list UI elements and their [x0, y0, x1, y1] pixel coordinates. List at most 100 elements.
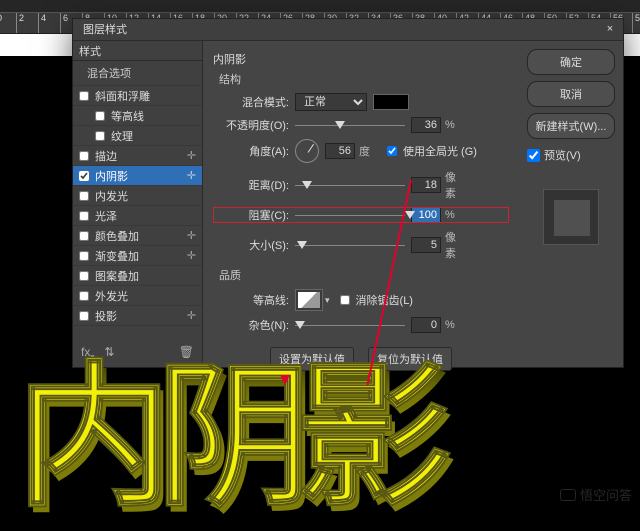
sidebar-item-9[interactable]: 图案叠加: [73, 266, 202, 286]
ruler-tick: 58: [632, 13, 640, 34]
style-checkbox[interactable]: [79, 291, 89, 301]
sidebar-styles-header[interactable]: 样式: [73, 41, 202, 61]
choke-slider[interactable]: [295, 209, 405, 221]
sidebar-item-2[interactable]: 纹理: [73, 126, 202, 146]
angle-value[interactable]: 56: [325, 143, 355, 159]
sidebar-blend-options[interactable]: 混合选项: [73, 61, 202, 86]
row-contour: 等高线: ▾ 消除锯齿(L): [213, 289, 509, 311]
sidebar-item-label: 光泽: [95, 208, 117, 224]
sidebar-item-label: 描边: [95, 148, 117, 164]
row-opacity: 不透明度(O): 36 %: [213, 117, 509, 133]
sidebar-item-label: 颜色叠加: [95, 228, 139, 244]
row-choke: 阻塞(C): 100 %: [213, 207, 509, 223]
watermark: 悟空问答: [560, 485, 632, 504]
sidebar-item-label: 投影: [95, 308, 117, 324]
plus-icon[interactable]: ✛: [187, 149, 196, 162]
contour-picker[interactable]: [295, 289, 323, 311]
angle-label: 角度(A):: [225, 143, 289, 159]
opacity-value[interactable]: 36: [411, 117, 441, 133]
style-checkbox[interactable]: [79, 271, 89, 281]
watermark-icon: [560, 489, 576, 501]
distance-value[interactable]: 18: [411, 177, 441, 193]
sidebar-item-1[interactable]: 等高线: [73, 106, 202, 126]
size-slider[interactable]: [295, 239, 405, 251]
noise-slider[interactable]: [295, 319, 405, 331]
blend-mode-select[interactable]: 正常: [295, 93, 367, 111]
shadow-color-swatch[interactable]: [373, 94, 409, 110]
new-style-button[interactable]: 新建样式(W)...: [527, 113, 615, 139]
style-checkbox[interactable]: [79, 251, 89, 261]
sidebar-item-7[interactable]: 颜色叠加 ✛: [73, 226, 202, 246]
sidebar-item-11[interactable]: 投影 ✛: [73, 306, 202, 326]
style-checkbox[interactable]: [79, 211, 89, 221]
choke-label: 阻塞(C):: [225, 207, 289, 223]
dialog-titlebar[interactable]: 图层样式 ×: [73, 19, 623, 41]
sidebar-item-5[interactable]: 内发光: [73, 186, 202, 206]
settings-panel: 内阴影 结构 混合模式: 正常 不透明度(O): 36 % 角度(A): 56 …: [203, 41, 519, 367]
row-blend-mode: 混合模式: 正常: [213, 93, 509, 111]
opacity-slider[interactable]: [295, 119, 405, 131]
sidebar-item-4[interactable]: 内阴影 ✛: [73, 166, 202, 186]
dialog-title: 图层样式: [83, 24, 127, 36]
sidebar-item-0[interactable]: 斜面和浮雕: [73, 86, 202, 106]
row-distance: 距离(D): 18 像素: [213, 169, 509, 201]
sidebar-item-label: 纹理: [111, 128, 133, 144]
close-icon[interactable]: ×: [603, 22, 617, 36]
global-light-label: 使用全局光 (G): [403, 143, 477, 159]
layer-style-dialog: 图层样式 × 样式 混合选项 斜面和浮雕等高线纹理描边 ✛ 内阴影 ✛ 内发光光泽颜色叠…: [72, 18, 624, 368]
style-checkbox[interactable]: [95, 131, 105, 141]
preview-checkbox[interactable]: [527, 149, 540, 162]
sidebar-item-label: 图案叠加: [95, 268, 139, 284]
sidebar-item-6[interactable]: 光泽: [73, 206, 202, 226]
sidebar-item-label: 渐变叠加: [95, 248, 139, 264]
blend-mode-label: 混合模式:: [225, 94, 289, 110]
plus-icon[interactable]: ✛: [187, 309, 196, 322]
style-checkbox[interactable]: [79, 171, 89, 181]
distance-label: 距离(D):: [225, 177, 289, 193]
style-checkbox[interactable]: [79, 191, 89, 201]
opacity-label: 不透明度(O):: [225, 117, 289, 133]
row-noise: 杂色(N): 0 %: [213, 317, 509, 333]
plus-icon[interactable]: ✛: [187, 249, 196, 262]
style-checkbox[interactable]: [79, 231, 89, 241]
size-label: 大小(S):: [225, 237, 289, 253]
distance-slider[interactable]: [295, 179, 405, 191]
sidebar-item-label: 内阴影: [95, 168, 128, 184]
sidebar-item-label: 斜面和浮雕: [95, 88, 150, 104]
size-value[interactable]: 5: [411, 237, 441, 253]
sidebar-item-10[interactable]: 外发光: [73, 286, 202, 306]
ruler-tick: 2: [16, 13, 24, 34]
ruler-tick: 6: [60, 13, 68, 34]
sidebar-item-8[interactable]: 渐变叠加 ✛: [73, 246, 202, 266]
antialias-checkbox[interactable]: [340, 295, 350, 305]
sidebar-item-label: 外发光: [95, 288, 128, 304]
choke-value[interactable]: 100: [411, 207, 441, 223]
style-sidebar: 样式 混合选项 斜面和浮雕等高线纹理描边 ✛ 内阴影 ✛ 内发光光泽颜色叠加 ✛ 渐变叠加 ✛…: [73, 41, 203, 367]
ok-button[interactable]: 确定: [527, 49, 615, 75]
sidebar-item-label: 等高线: [111, 108, 144, 124]
plus-icon[interactable]: ✛: [187, 229, 196, 242]
row-size: 大小(S): 5 像素: [213, 229, 509, 261]
sidebar-item-3[interactable]: 描边 ✛: [73, 146, 202, 166]
preview-toggle[interactable]: 预览(V): [527, 147, 615, 163]
style-checkbox[interactable]: [79, 311, 89, 321]
noise-value[interactable]: 0: [411, 317, 441, 333]
annotation-arrow-icon: [280, 375, 290, 385]
noise-label: 杂色(N):: [225, 317, 289, 333]
global-light-checkbox[interactable]: [387, 146, 397, 156]
style-checkbox[interactable]: [79, 91, 89, 101]
plus-icon[interactable]: ✛: [187, 169, 196, 182]
preview-swatch: [543, 189, 599, 245]
contour-label: 等高线:: [225, 292, 289, 308]
style-checkbox[interactable]: [95, 111, 105, 121]
row-angle: 角度(A): 56 度 使用全局光 (G): [213, 139, 509, 163]
style-checkbox[interactable]: [79, 151, 89, 161]
preview-label: 预览(V): [544, 147, 581, 163]
cancel-button[interactable]: 取消: [527, 81, 615, 107]
chevron-down-icon[interactable]: ▾: [325, 295, 330, 306]
panel-title: 内阴影: [213, 51, 509, 67]
quality-title: 品质: [219, 267, 509, 283]
dialog-actions: 确定 取消 新建样式(W)... 预览(V): [519, 41, 623, 367]
angle-dial[interactable]: [295, 139, 319, 163]
ruler-tick: 4: [38, 13, 46, 34]
